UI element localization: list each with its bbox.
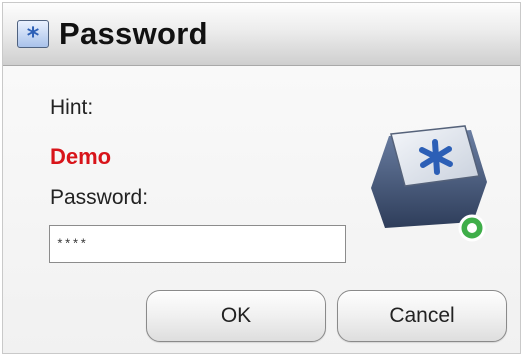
password-label: Password: [50, 186, 149, 209]
ok-button[interactable]: OK [146, 290, 326, 342]
password-dialog: * Password Hint: Demo Password: **** OK … [2, 2, 521, 354]
title-bar: * Password [3, 3, 520, 66]
cancel-button[interactable]: Cancel [337, 290, 507, 342]
password-field[interactable] [49, 225, 346, 263]
asterisk-window-icon: * [17, 20, 49, 50]
dialog-title: Password [59, 16, 208, 51]
hint-label: Hint: [50, 96, 94, 119]
hint-value: Demo [50, 144, 112, 169]
asterisk-key-icon [371, 125, 487, 242]
